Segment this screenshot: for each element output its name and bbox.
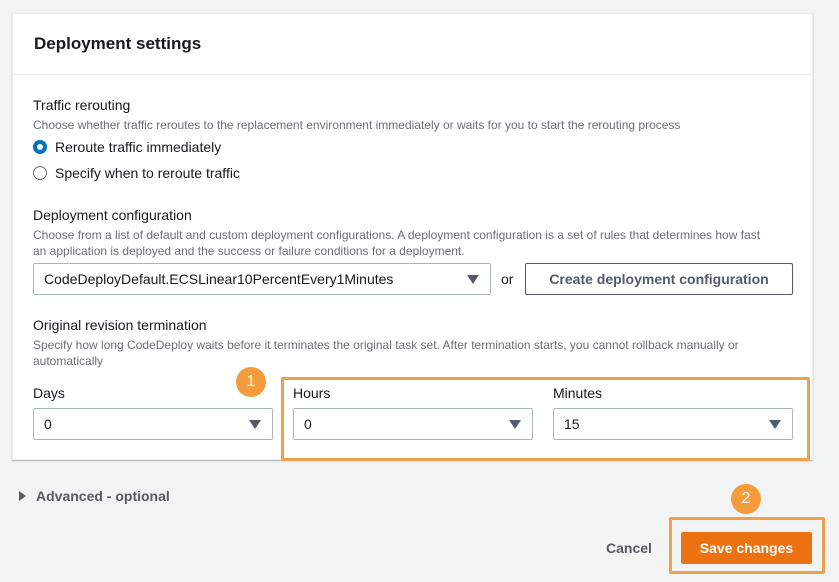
traffic-rerouting-description: Choose whether traffic reroutes to the r… bbox=[33, 118, 681, 132]
highlight-box-save bbox=[669, 517, 825, 574]
days-value: 0 bbox=[44, 416, 52, 432]
deployment-configuration-select[interactable]: CodeDeployDefault.ECSLinear10PercentEver… bbox=[33, 263, 491, 295]
cancel-button[interactable]: Cancel bbox=[606, 540, 652, 556]
traffic-rerouting-label: Traffic rerouting bbox=[33, 97, 131, 113]
deployment-configuration-label: Deployment configuration bbox=[33, 207, 192, 223]
deployment-configuration-description-line1: Choose from a list of default and custom… bbox=[33, 228, 761, 242]
panel-title: Deployment settings bbox=[34, 34, 202, 53]
original-revision-termination-label: Original revision termination bbox=[33, 317, 207, 333]
radio-label-specify-reroute: Specify when to reroute traffic bbox=[55, 165, 240, 181]
original-revision-termination-description-line2: automatically bbox=[33, 354, 104, 368]
original-revision-termination-description: Specify how long CodeDeploy waits before… bbox=[33, 337, 803, 369]
create-deployment-configuration-button[interactable]: Create deployment configuration bbox=[525, 263, 793, 295]
days-label: Days bbox=[33, 385, 65, 401]
caret-down-icon bbox=[249, 420, 261, 429]
deployment-configuration-value: CodeDeployDefault.ECSLinear10PercentEver… bbox=[44, 271, 394, 287]
or-separator: or bbox=[501, 271, 514, 287]
caret-right-icon bbox=[19, 491, 26, 501]
radio-specify-reroute[interactable]: Specify when to reroute traffic bbox=[33, 164, 240, 182]
radio-checked-icon[interactable] bbox=[33, 140, 47, 154]
original-revision-termination-description-line1: Specify how long CodeDeploy waits before… bbox=[33, 338, 739, 352]
advanced-optional-toggle[interactable]: Advanced - optional bbox=[19, 488, 170, 504]
panel-header: Deployment settings bbox=[13, 14, 812, 75]
advanced-optional-label: Advanced - optional bbox=[36, 488, 170, 504]
highlight-box-hours-minutes bbox=[281, 377, 810, 461]
radio-unchecked-icon[interactable] bbox=[33, 166, 47, 180]
deployment-configuration-description-line2: an application is deployed and the succe… bbox=[33, 244, 465, 258]
caret-down-icon bbox=[467, 275, 479, 284]
step-badge-2: 2 bbox=[731, 484, 761, 514]
radio-reroute-immediately[interactable]: Reroute traffic immediately bbox=[33, 138, 221, 156]
step-badge-1: 1 bbox=[236, 367, 266, 397]
radio-label-reroute-immediately: Reroute traffic immediately bbox=[55, 139, 222, 155]
days-select[interactable]: 0 bbox=[33, 408, 273, 440]
deployment-configuration-description: Choose from a list of default and custom… bbox=[33, 227, 803, 259]
